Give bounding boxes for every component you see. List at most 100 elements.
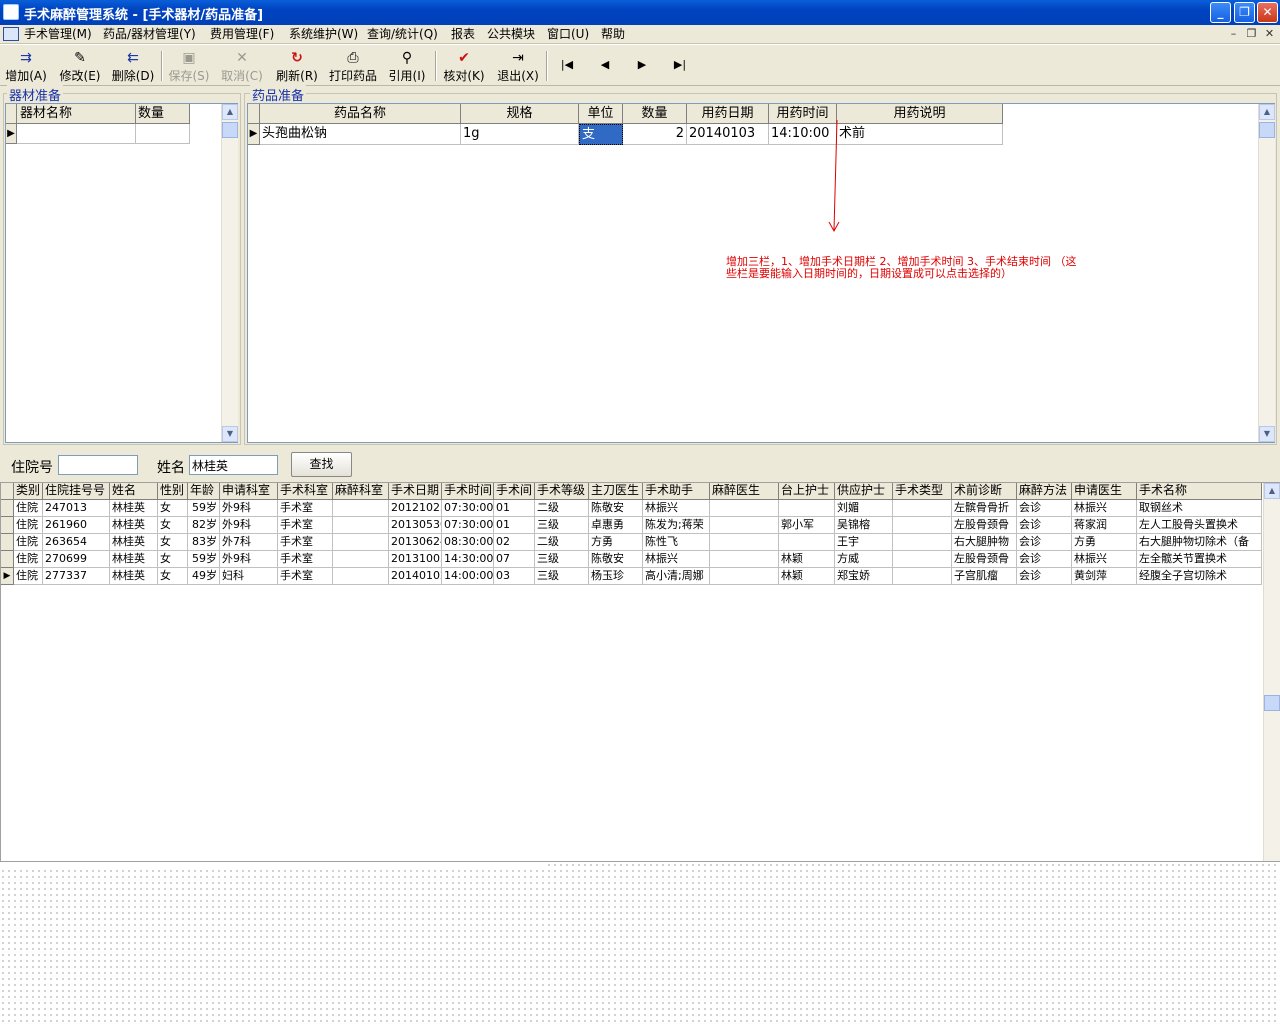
menu-reports[interactable]: 报表 xyxy=(449,26,477,43)
menu-window[interactable]: 窗口(U) xyxy=(545,26,591,43)
surgery-cell-circulating-nurse[interactable]: 吴锦榕 xyxy=(835,517,893,534)
drug-qty-cell[interactable]: 2 xyxy=(623,124,687,145)
scroll-up-button[interactable]: ▲ xyxy=(1259,104,1275,120)
surgery-cell-reg-no[interactable]: 247013 xyxy=(43,500,110,517)
surgery-cell-sex[interactable]: 女 xyxy=(158,500,188,517)
surgery-cell-name[interactable]: 林桂英 xyxy=(110,534,158,551)
surgery-cell-surgery-name[interactable]: 左人工股骨头置换术 xyxy=(1137,517,1262,534)
surgery-col-surgery-dept[interactable]: 手术科室 xyxy=(278,483,333,500)
scroll-up-button[interactable]: ▲ xyxy=(1264,483,1280,499)
surgery-cell-apply-dept[interactable]: 外9科 xyxy=(220,517,278,534)
surgery-cell-sex[interactable]: 女 xyxy=(158,551,188,568)
surgery-cell-surgery-date[interactable]: 20121025 xyxy=(389,500,442,517)
equipment-cell-name[interactable] xyxy=(17,124,136,144)
menu-maintenance[interactable]: 系统维护(W) xyxy=(287,26,360,43)
surgery-cell-assistant[interactable]: 林振兴 xyxy=(643,551,710,568)
surgery-cell-type[interactable]: 住院 xyxy=(14,500,43,517)
surgery-cell-room[interactable]: 01 xyxy=(494,517,535,534)
drugs-col-unit[interactable]: 单位 xyxy=(579,104,623,124)
scroll-down-button[interactable]: ▼ xyxy=(222,426,238,442)
scroll-thumb[interactable] xyxy=(222,122,238,138)
surgery-cell-level[interactable]: 二级 xyxy=(535,500,589,517)
surgery-cell-age[interactable]: 49岁 xyxy=(188,568,220,585)
surgery-cell-surgery-type[interactable] xyxy=(893,551,952,568)
surgery-cell-reg-no[interactable]: 277337 xyxy=(43,568,110,585)
surgery-cell-anesthetist[interactable] xyxy=(710,500,779,517)
surgery-cell-age[interactable]: 59岁 xyxy=(188,500,220,517)
surgery-col-scrub-nurse[interactable]: 台上护士 xyxy=(779,483,835,500)
surgery-cell-surgeon[interactable]: 方勇 xyxy=(589,534,643,551)
surgery-cell-room[interactable]: 02 xyxy=(494,534,535,551)
surgery-cell-room[interactable]: 01 xyxy=(494,500,535,517)
surgery-cell-surgeon[interactable]: 陈敬安 xyxy=(589,551,643,568)
surgery-cell-scrub-nurse[interactable]: 林颖 xyxy=(779,551,835,568)
surgery-cell-assistant[interactable]: 陈性飞 xyxy=(643,534,710,551)
surgery-cell-surgery-date[interactable]: 20130530 xyxy=(389,517,442,534)
verify-button[interactable]: ✔ 核对(K) xyxy=(441,48,487,84)
surgery-cell-surgery-name[interactable]: 右大腿肿物切除术（备 xyxy=(1137,534,1262,551)
surgery-cell-age[interactable]: 82岁 xyxy=(188,517,220,534)
surgery-cell-anesthetist[interactable] xyxy=(710,551,779,568)
equipment-col-name[interactable]: 器材名称 xyxy=(17,104,136,124)
surgery-cell-anesthesia-dept[interactable] xyxy=(333,517,389,534)
restore-button[interactable]: ❐ xyxy=(1234,2,1255,23)
drugs-scrollbar[interactable]: ▲ ▼ xyxy=(1258,104,1275,442)
surgery-col-anesthetist[interactable]: 麻醉医生 xyxy=(710,483,779,500)
surgery-cell-anesthesia-dept[interactable] xyxy=(333,551,389,568)
mdi-close-button[interactable]: ✕ xyxy=(1262,27,1277,41)
surgery-cell-surgeon[interactable]: 卓惠勇 xyxy=(589,517,643,534)
surgery-cell-diagnosis[interactable]: 子宫肌瘤 xyxy=(952,568,1017,585)
drugs-col-date[interactable]: 用药日期 xyxy=(687,104,769,124)
name-input[interactable] xyxy=(189,455,278,475)
surgery-cell-scrub-nurse[interactable]: 郭小军 xyxy=(779,517,835,534)
surgery-scrollbar[interactable]: ▲ xyxy=(1263,483,1280,861)
surgery-cell-surgery-dept[interactable]: 手术室 xyxy=(278,517,333,534)
print-drugs-button[interactable]: ⎙ 打印药品 xyxy=(327,48,379,84)
scroll-up-button[interactable]: ▲ xyxy=(222,104,238,120)
surgery-cell-anesthetist[interactable] xyxy=(710,568,779,585)
mdi-restore-button[interactable]: ❐ xyxy=(1244,27,1259,41)
scroll-thumb[interactable] xyxy=(1259,122,1275,138)
menu-drugs-equipment[interactable]: 药品/器材管理(Y) xyxy=(101,26,198,43)
drug-note-cell[interactable]: 术前 xyxy=(837,124,1003,145)
surgery-cell-requesting-doctor[interactable]: 黄剑萍 xyxy=(1072,568,1137,585)
surgery-col-reg-no[interactable]: 住院挂号号 xyxy=(43,483,110,500)
surgery-cell-level[interactable]: 三级 xyxy=(535,551,589,568)
surgery-col-requesting-doctor[interactable]: 申请医生 xyxy=(1072,483,1137,500)
surgery-cell-requesting-doctor[interactable]: 蒋家润 xyxy=(1072,517,1137,534)
drugs-col-note[interactable]: 用药说明 xyxy=(837,104,1003,124)
surgery-col-diagnosis[interactable]: 术前诊断 xyxy=(952,483,1017,500)
surgery-cell-reg-no[interactable]: 263654 xyxy=(43,534,110,551)
previous-record-button[interactable]: ◀ xyxy=(595,57,615,73)
surgery-cell-scrub-nurse[interactable]: 林颖 xyxy=(779,568,835,585)
last-record-button[interactable]: ▶| xyxy=(670,57,690,73)
surgery-cell-type[interactable]: 住院 xyxy=(14,534,43,551)
menu-fees[interactable]: 费用管理(F) xyxy=(208,26,276,43)
surgery-cell-anesthesia-method[interactable]: 会诊 xyxy=(1017,517,1072,534)
surgery-col-assistant[interactable]: 手术助手 xyxy=(643,483,710,500)
surgery-cell-surgery-type[interactable] xyxy=(893,534,952,551)
surgery-col-surgery-name[interactable]: 手术名称 xyxy=(1137,483,1262,500)
surgery-cell-surgery-type[interactable] xyxy=(893,500,952,517)
refresh-button[interactable]: ↻ 刷新(R) xyxy=(274,48,320,84)
drug-name-cell[interactable]: 头孢曲松钠 xyxy=(260,124,461,145)
surgery-cell-age[interactable]: 83岁 xyxy=(188,534,220,551)
surgery-cell-room[interactable]: 07 xyxy=(494,551,535,568)
menu-surgery[interactable]: 手术管理(M) xyxy=(22,26,94,43)
surgery-cell-assistant[interactable]: 林振兴 xyxy=(643,500,710,517)
surgery-cell-surgery-name[interactable]: 经腹全子宫切除术 xyxy=(1137,568,1262,585)
surgery-cell-surgery-dept[interactable]: 手术室 xyxy=(278,534,333,551)
reference-button[interactable]: ⚲ 引用(I) xyxy=(384,48,430,84)
surgery-col-surgeon[interactable]: 主刀医生 xyxy=(589,483,643,500)
surgery-cell-assistant[interactable]: 高小清;周娜 xyxy=(643,568,710,585)
surgery-cell-surgeon[interactable]: 杨玉珍 xyxy=(589,568,643,585)
surgery-cell-anesthesia-dept[interactable] xyxy=(333,534,389,551)
scroll-down-button[interactable]: ▼ xyxy=(1259,426,1275,442)
surgery-cell-surgery-date[interactable]: 20131003 xyxy=(389,551,442,568)
surgery-cell-surgeon[interactable]: 陈敬安 xyxy=(589,500,643,517)
surgery-col-apply-dept[interactable]: 申请科室 xyxy=(220,483,278,500)
surgery-cell-name[interactable]: 林桂英 xyxy=(110,568,158,585)
search-button[interactable]: 查找 xyxy=(291,452,352,477)
surgery-cell-requesting-doctor[interactable]: 林振兴 xyxy=(1072,551,1137,568)
surgery-cell-apply-dept[interactable]: 外9科 xyxy=(220,551,278,568)
